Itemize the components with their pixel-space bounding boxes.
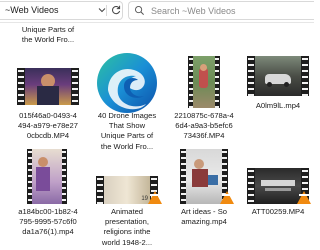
file-name-label[interactable]: Animated presentation, religions inthe w…: [89, 207, 165, 248]
file-name-label[interactable]: a184bc00-1b82-4 795-9995-57c6f0 da1a76(1…: [10, 207, 86, 238]
file-name-label[interactable]: Unique Parts of the World Fro...: [10, 25, 86, 45]
file-item[interactable]: Art ideas - So amazing.mp4: [166, 144, 242, 244]
file-item[interactable]: ATT00259.MP4: [240, 144, 316, 244]
video-thumbnail: [188, 56, 220, 108]
vlc-cone-icon: [148, 191, 162, 204]
vlc-cone-icon: [220, 191, 234, 204]
search-input[interactable]: [151, 4, 301, 17]
file-item[interactable]: 19 Animated presentation, religions inth…: [89, 144, 165, 247]
breadcrumb-current-folder[interactable]: ~Web Videos: [5, 5, 58, 15]
file-item[interactable]: 015f46a0-0493-4 494-a979-e78e27 0cbcdb.M…: [10, 48, 86, 140]
address-bar[interactable]: ~Web Videos: [0, 1, 123, 20]
file-item[interactable]: A0lm9lL.mp4: [240, 48, 316, 134]
file-name-label[interactable]: 2210875c-678a-4 6d4-a9a3-b5efc6 73436f.M…: [166, 111, 242, 142]
search-icon: [135, 6, 144, 15]
toolbar-divider: [106, 5, 107, 16]
file-item[interactable]: 40 Drone Images That Show Unique Parts o…: [89, 48, 165, 151]
refresh-icon[interactable]: [110, 4, 122, 16]
explorer-toolbar: ~Web Videos: [0, 0, 314, 23]
video-thumbnail: [247, 56, 309, 96]
file-name-label[interactable]: 015f46a0-0493-4 494-a979-e78e27 0cbcdb.M…: [10, 111, 86, 142]
file-name-label[interactable]: Art ideas - So amazing.mp4: [166, 207, 242, 227]
file-name-label[interactable]: A0lm9lL.mp4: [240, 101, 316, 111]
file-item[interactable]: 2210875c-678a-4 6d4-a9a3-b5efc6 73436f.M…: [166, 48, 242, 140]
file-item[interactable]: a184bc00-1b82-4 795-9995-57c6f0 da1a76(1…: [10, 144, 86, 244]
video-thumbnail: [27, 149, 67, 204]
file-name-label[interactable]: ATT00259.MP4: [240, 207, 316, 217]
search-box[interactable]: [128, 1, 314, 20]
microsoft-edge-icon: [97, 53, 157, 113]
vlc-cone-icon: [297, 191, 311, 204]
video-thumbnail: [17, 68, 79, 105]
